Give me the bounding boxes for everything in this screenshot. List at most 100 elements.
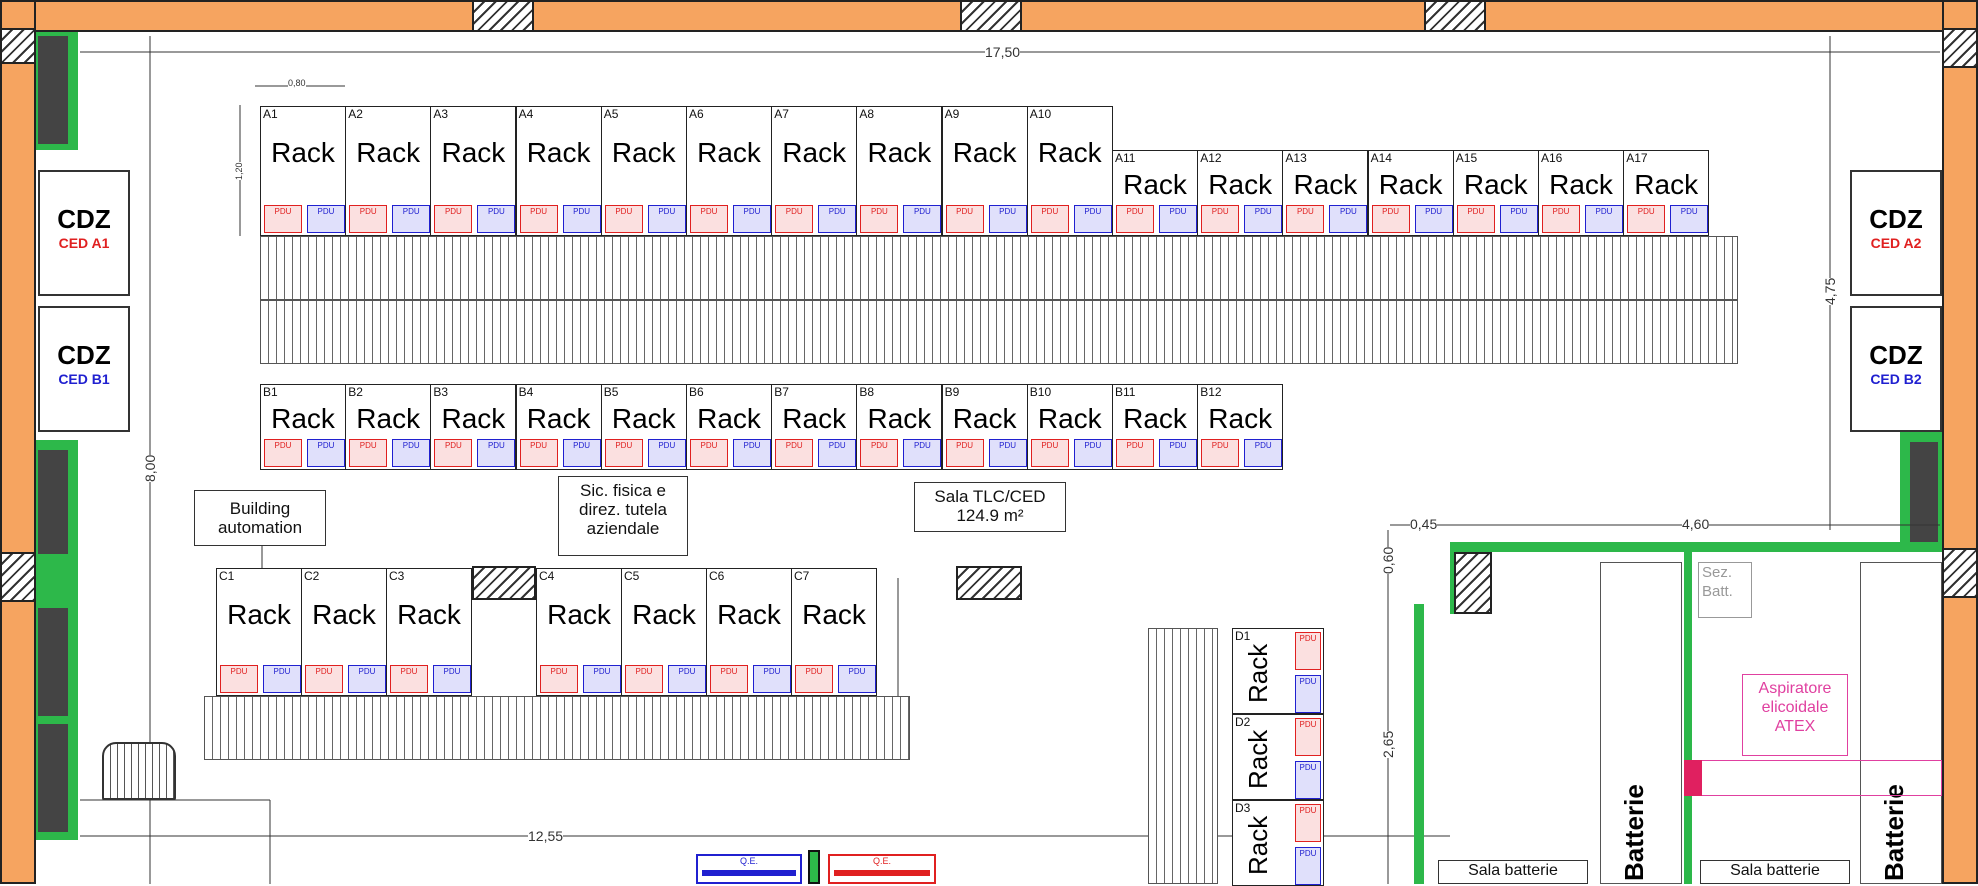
rack-a17[interactable]: A17 Rack PDU PDU bbox=[1623, 150, 1710, 236]
rack-id: B9 bbox=[944, 385, 960, 399]
rack-a7[interactable]: A7 Rack PDU PDU bbox=[771, 106, 858, 236]
rack-b7[interactable]: B7 Rack PDU PDU bbox=[771, 384, 858, 470]
rack-label: Rack bbox=[356, 137, 421, 168]
rack-a8[interactable]: A8 Rack PDU PDU bbox=[856, 106, 943, 236]
pdu-red: PDU bbox=[220, 665, 258, 693]
rack-id: C4 bbox=[539, 569, 555, 583]
pdu-blue: PDU bbox=[348, 665, 386, 693]
pdu-blue: PDU bbox=[307, 439, 345, 467]
rack-id: A5 bbox=[603, 107, 619, 121]
battery-room-wall-left bbox=[1414, 604, 1424, 884]
rack-a13[interactable]: A13 Rack PDU PDU bbox=[1282, 150, 1369, 236]
pdu-red: PDU bbox=[434, 439, 473, 467]
rack-c1[interactable]: C1 Rack PDU PDU bbox=[216, 568, 302, 696]
rack-d1[interactable]: D1 Rack PDU PDU bbox=[1232, 628, 1324, 714]
rack-b4[interactable]: B4 Rack PDU PDU bbox=[515, 384, 602, 470]
rack-b6[interactable]: B6 Rack PDU PDU bbox=[686, 384, 772, 470]
rack-id: A6 bbox=[689, 107, 704, 121]
rack-a15[interactable]: A15 Rack PDU PDU bbox=[1452, 150, 1539, 236]
pdu-red: PDU bbox=[1456, 205, 1495, 233]
pdu-red: PDU bbox=[264, 205, 302, 233]
rack-b8[interactable]: B8 Rack PDU PDU bbox=[856, 384, 943, 470]
qe-panel-blue[interactable]: Q.E. bbox=[696, 854, 802, 884]
rack-label: Rack bbox=[1037, 403, 1102, 434]
rack-c6[interactable]: C6 Rack PDU PDU bbox=[706, 568, 792, 696]
pdu-blue: PDU bbox=[988, 205, 1027, 233]
pdu-red: PDU bbox=[1030, 439, 1069, 467]
rack-b1[interactable]: B1 Rack PDU PDU bbox=[260, 384, 346, 470]
aspiratore-fan bbox=[1684, 760, 1702, 796]
rack-label: Rack bbox=[1549, 169, 1613, 200]
rack-d2[interactable]: D2 Rack PDU PDU bbox=[1232, 714, 1324, 800]
rack-label: Rack bbox=[1243, 643, 1273, 703]
rack-c3[interactable]: C3 Rack PDU PDU bbox=[386, 568, 472, 696]
rack-b12[interactable]: B12 Rack PDU PDU bbox=[1197, 384, 1284, 470]
pdu-red: PDU bbox=[434, 205, 473, 233]
rack-id: C5 bbox=[624, 569, 640, 583]
rack-id: A11 bbox=[1115, 151, 1136, 165]
pdu-red: PDU bbox=[604, 205, 643, 233]
pdu-blue: PDU bbox=[392, 205, 431, 233]
rack-label: Rack bbox=[1634, 169, 1699, 200]
rack-a5[interactable]: A5 Rack PDU PDU bbox=[600, 106, 687, 236]
rack-a12[interactable]: A12 Rack PDU PDU bbox=[1197, 150, 1284, 236]
pdu-blue: PDU bbox=[562, 205, 601, 233]
rack-label: Rack bbox=[1208, 403, 1273, 434]
rack-id: A17 bbox=[1626, 151, 1648, 165]
rack-a1[interactable]: A1 Rack PDU PDU bbox=[260, 106, 346, 236]
rack-c7[interactable]: C7 Rack PDU PDU bbox=[791, 568, 877, 696]
pdu-red: PDU bbox=[1201, 439, 1240, 467]
rack-b9[interactable]: B9 Rack PDU PDU bbox=[941, 384, 1028, 470]
floor-grille-row-c bbox=[204, 696, 910, 760]
cdz-a2[interactable]: CDZ CED A2 bbox=[1850, 170, 1942, 296]
pdu-red: PDU bbox=[795, 665, 833, 693]
rack-b5[interactable]: B5 Rack PDU PDU bbox=[600, 384, 687, 470]
cdz-a1[interactable]: CDZ CED A1 bbox=[38, 170, 130, 296]
pdu-blue: PDU bbox=[477, 205, 516, 233]
pdu-blue: PDU bbox=[433, 665, 471, 693]
pdu-red: PDU bbox=[945, 205, 984, 233]
pdu-blue: PDU bbox=[1295, 761, 1321, 799]
rack-c5[interactable]: C5 Rack PDU PDU bbox=[621, 568, 707, 696]
rack-a9[interactable]: A9 Rack PDU PDU bbox=[941, 106, 1028, 236]
qe-panel-red[interactable]: Q.E. bbox=[828, 854, 936, 884]
rack-b10[interactable]: B10 Rack PDU PDU bbox=[1026, 384, 1113, 470]
rack-a10[interactable]: A10 Rack PDU PDU bbox=[1026, 106, 1113, 236]
rack-a16[interactable]: A16 Rack PDU PDU bbox=[1538, 150, 1624, 236]
note-sala-tlc: Sala TLC/CED 124.9 m² bbox=[914, 482, 1066, 532]
rack-label: Rack bbox=[1293, 169, 1358, 200]
rack-a4[interactable]: A4 Rack PDU PDU bbox=[515, 106, 602, 236]
pdu-blue: PDU bbox=[1295, 675, 1321, 713]
cdz-subtitle: CED A2 bbox=[1870, 235, 1922, 251]
rack-c4[interactable]: C4 Rack PDU PDU bbox=[536, 568, 622, 696]
rack-id: B8 bbox=[859, 385, 875, 399]
pdu-red: PDU bbox=[1542, 205, 1580, 233]
rack-id: A3 bbox=[433, 107, 449, 121]
rack-b2[interactable]: B2 Rack PDU PDU bbox=[345, 384, 432, 470]
rack-c2[interactable]: C2 Rack PDU PDU bbox=[301, 568, 387, 696]
rack-label: Rack bbox=[1037, 137, 1102, 168]
pdu-blue: PDU bbox=[903, 439, 942, 467]
cdz-b1[interactable]: CDZ CED B1 bbox=[38, 306, 130, 432]
rack-b3[interactable]: B3 Rack PDU PDU bbox=[430, 384, 517, 470]
rack-label: Rack bbox=[697, 403, 761, 434]
pdu-blue: PDU bbox=[263, 665, 301, 693]
rack-id: B3 bbox=[433, 385, 449, 399]
rack-label: Rack bbox=[632, 599, 696, 630]
rack-id: B6 bbox=[689, 385, 704, 399]
rack-b11[interactable]: B11 Rack PDU PDU bbox=[1112, 384, 1198, 470]
pdu-blue: PDU bbox=[1073, 205, 1112, 233]
pdu-red: PDU bbox=[305, 665, 343, 693]
dim-top-width: 17,50 bbox=[985, 44, 1021, 60]
rack-a11[interactable]: A11 Rack PDU PDU bbox=[1112, 150, 1198, 236]
rack-label: Rack bbox=[782, 137, 847, 168]
pdu-red: PDU bbox=[1030, 205, 1069, 233]
rack-a6[interactable]: A6 Rack PDU PDU bbox=[686, 106, 772, 236]
rack-a2[interactable]: A2 Rack PDU PDU bbox=[345, 106, 432, 236]
rack-d3[interactable]: D3 Rack PDU PDU bbox=[1232, 800, 1324, 886]
rack-a3[interactable]: A3 Rack PDU PDU bbox=[430, 106, 517, 236]
rack-a14[interactable]: A14 Rack PDU PDU bbox=[1367, 150, 1454, 236]
rack-label: Rack bbox=[356, 403, 421, 434]
pdu-red: PDU bbox=[945, 439, 984, 467]
cdz-b2[interactable]: CDZ CED B2 bbox=[1850, 306, 1942, 432]
